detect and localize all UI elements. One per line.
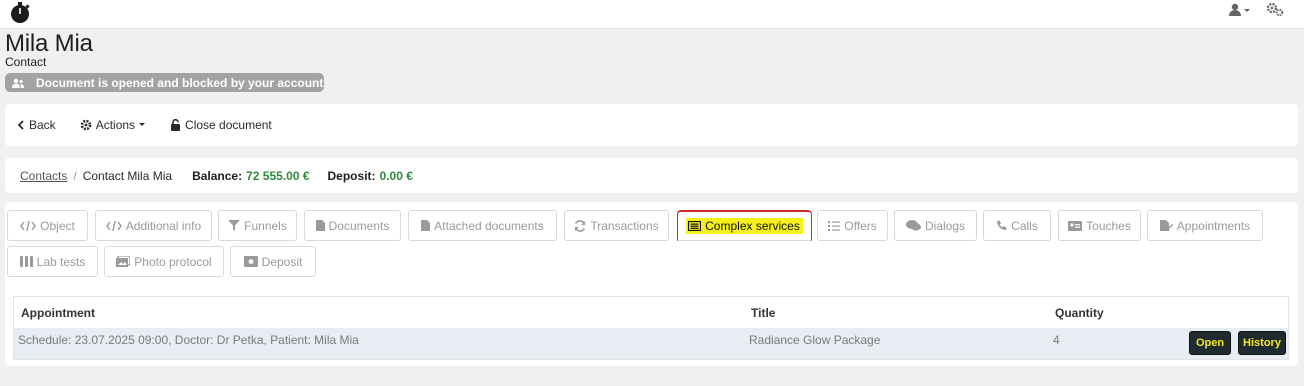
actions-label: Actions (95, 118, 136, 132)
cell-appointment: Schedule: 23.07.2025 09:00, Doctor: Dr P… (18, 333, 359, 347)
complex-services-table: Appointment Title Quantity Schedule: 23.… (13, 296, 1289, 360)
users-icon (12, 78, 24, 88)
lock-message: Document is opened and blocked by your a… (36, 75, 324, 90)
tab-dialogs[interactable]: Dialogs (894, 210, 977, 241)
tab-highlight: Complex services (686, 218, 803, 234)
table-row[interactable]: Schedule: 23.07.2025 09:00, Doctor: Dr P… (14, 328, 1288, 359)
list-icon (828, 220, 841, 231)
gear-icon (80, 119, 91, 131)
file-icon (421, 220, 431, 231)
actions-dropdown[interactable]: Actions (80, 118, 146, 132)
tab-transactions[interactable]: Transactions (564, 210, 669, 241)
record-type: Contact (5, 55, 47, 69)
gears-icon[interactable] (1266, 2, 1284, 17)
tab-touches[interactable]: Touches (1058, 210, 1141, 241)
tab-documents[interactable]: Documents (304, 210, 401, 241)
cell-title: Radiance Glow Package (749, 333, 881, 347)
breadcrumb-contacts-link[interactable]: Contacts (20, 169, 67, 183)
tabs-panel: Object Additional info Funnels Documents… (5, 202, 1298, 366)
images-icon (116, 256, 131, 267)
page-title: Mila Mia (5, 30, 93, 57)
tab-funnels[interactable]: Funnels (218, 210, 297, 241)
tab-complex-services[interactable]: Complex services (677, 210, 812, 241)
breadcrumb: Contacts / Contact Mila Mia Balance: 72 … (5, 158, 1298, 193)
tab-label: Funnels (244, 218, 287, 233)
tab-label: Object (40, 218, 75, 233)
deposit-label: Deposit: (327, 168, 376, 183)
tab-photo-protocol[interactable]: Photo protocol (104, 246, 224, 277)
tab-label: Dialogs (924, 218, 966, 233)
tab-attached-documents[interactable]: Attached documents (408, 210, 557, 241)
stopwatch-logo-icon[interactable] (8, 2, 32, 24)
tab-appointments[interactable]: Appointments (1147, 210, 1263, 241)
filter-icon (228, 220, 241, 231)
tab-label: Additional info (125, 218, 202, 233)
flask-icon (19, 256, 33, 267)
tab-label: Documents (328, 218, 390, 233)
unlock-icon (171, 119, 181, 131)
tab-label: Appointments (1176, 218, 1251, 233)
tab-label: Complex services (705, 219, 800, 233)
breadcrumb-current: Contact Mila Mia (82, 168, 173, 183)
caret-down-icon (139, 123, 146, 126)
open-button[interactable]: Open (1189, 331, 1231, 355)
history-button[interactable]: History (1238, 331, 1286, 355)
file-icon (315, 220, 325, 231)
tab-label: Lab tests (36, 254, 86, 269)
column-header-appointment[interactable]: Appointment (21, 306, 95, 320)
toolbar: Back Actions Close document (5, 104, 1298, 146)
back-button[interactable]: Back (17, 118, 56, 132)
tab-label: Transactions (590, 218, 659, 233)
comments-icon (905, 220, 921, 231)
tab-calls[interactable]: Calls (983, 210, 1051, 241)
cell-quantity: 4 (1053, 333, 1060, 347)
column-header-title[interactable]: Title (751, 306, 775, 320)
tab-label: Touches (1086, 218, 1131, 233)
lock-status-badge: Document is opened and blocked by your a… (5, 73, 324, 92)
phone-icon (997, 220, 1007, 230)
tab-lab-tests[interactable]: Lab tests (7, 246, 98, 277)
refresh-icon (575, 219, 586, 232)
balance-value: 72 555.00 € (246, 168, 310, 183)
code-icon (20, 220, 37, 231)
tab-object[interactable]: Object (7, 210, 88, 241)
user-icon[interactable] (1228, 3, 1252, 17)
close-document-button[interactable]: Close document (170, 118, 272, 132)
tab-label: Deposit (261, 254, 303, 269)
close-document-label: Close document (185, 118, 272, 132)
tab-additional-info[interactable]: Additional info (95, 210, 212, 241)
deposit-value: 0.00 € (379, 168, 413, 183)
tab-offers[interactable]: Offers (817, 210, 888, 241)
table-header: Appointment Title Quantity (14, 297, 1288, 328)
tab-label: Offers (844, 218, 877, 233)
tab-label: Calls (1011, 218, 1038, 233)
balance-label: Balance: (192, 168, 243, 183)
money-icon (243, 256, 258, 267)
edit-file-icon (1159, 220, 1173, 231)
id-card-icon (1068, 220, 1083, 231)
tab-deposit[interactable]: Deposit (230, 246, 316, 277)
back-label: Back (29, 118, 56, 132)
top-bar (0, 0, 1304, 29)
list-alt-icon (688, 221, 702, 231)
column-header-quantity[interactable]: Quantity (1055, 306, 1104, 320)
tab-label: Attached documents (434, 218, 544, 233)
breadcrumb-separator: / (73, 168, 77, 183)
code-icon (105, 220, 122, 231)
tab-label: Photo protocol (134, 254, 212, 269)
chevron-left-icon (17, 120, 24, 130)
